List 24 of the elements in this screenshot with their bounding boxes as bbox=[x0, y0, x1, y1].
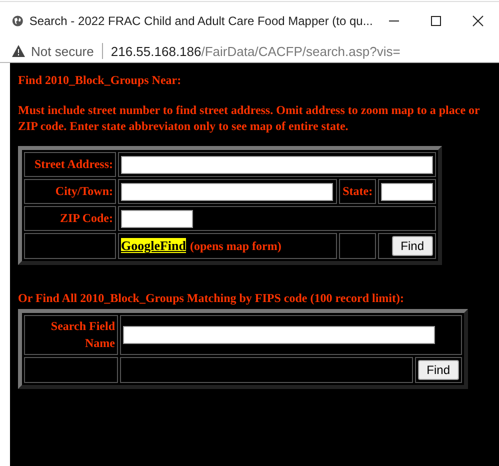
city-field[interactable] bbox=[121, 182, 333, 200]
google-find-link[interactable]: GoogleFind bbox=[121, 238, 186, 253]
link-note: (opens map form) bbox=[190, 239, 282, 253]
zip-code-field[interactable] bbox=[121, 210, 193, 228]
field-label: Street Address: bbox=[34, 157, 113, 171]
street-address-field[interactable] bbox=[121, 156, 433, 174]
instructions-text: Must include street number to find street address. Omit address to zoom map to a place or ZIP code. Enter state abbreviaton only to see map of entire state. bbox=[18, 102, 480, 134]
warning-icon bbox=[12, 45, 25, 57]
close-icon bbox=[472, 15, 484, 27]
globe-icon bbox=[12, 14, 24, 28]
section-heading: Or Find All 2010_Block_Groups Matching by FIPS code (100 record limit): bbox=[18, 291, 406, 306]
url-text[interactable]: 216.55.168.186/FairData/CACFP/search.asp?vis= bbox=[110, 44, 400, 58]
state-field[interactable] bbox=[380, 182, 433, 200]
maximize-icon bbox=[430, 15, 442, 27]
section-heading: Find 2010_Block_Groups Near: bbox=[18, 73, 182, 88]
find-button[interactable]: Find bbox=[418, 360, 459, 380]
search-field-name-field[interactable] bbox=[123, 326, 435, 344]
window-title: Search - 2022 FRAC Child and Adult Care Food Mapper (to qu... bbox=[29, 14, 373, 28]
field-label: State: bbox=[342, 184, 373, 198]
field-label: City/Town: bbox=[55, 184, 113, 198]
security-label[interactable]: Not secure bbox=[31, 44, 94, 58]
find-button[interactable]: Find bbox=[392, 236, 433, 256]
field-label: ZIP Code: bbox=[60, 211, 113, 225]
field-label: Search Field Name bbox=[50, 319, 115, 350]
